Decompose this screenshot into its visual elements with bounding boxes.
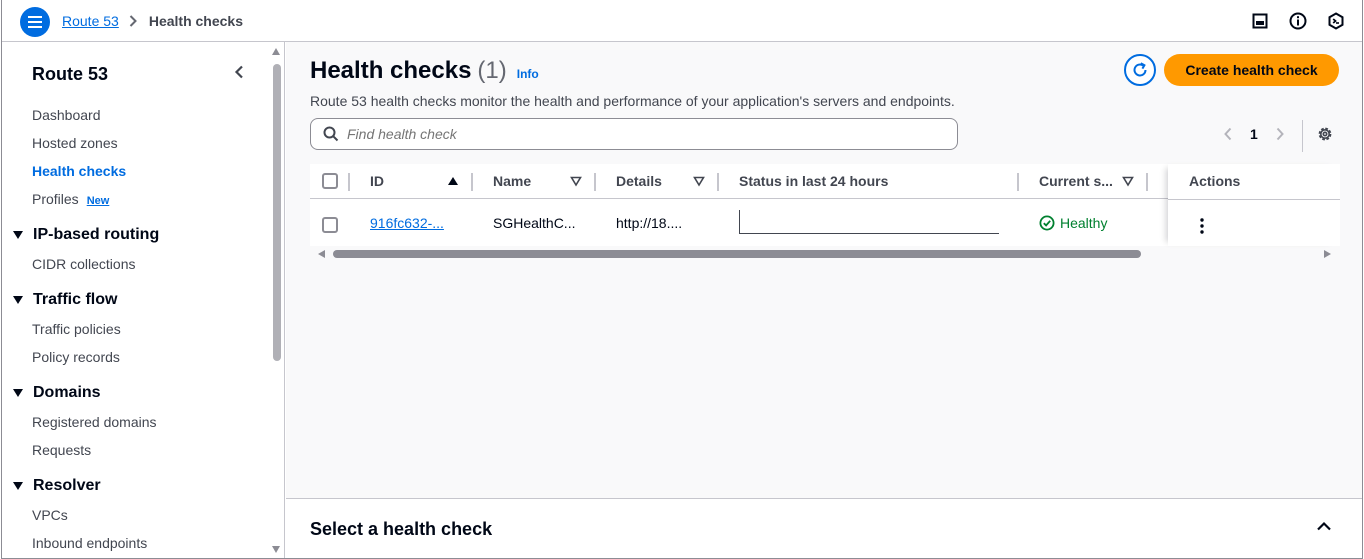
sidebar-item-vpcs[interactable]: VPCs: [32, 507, 68, 523]
column-divider[interactable]: [348, 173, 350, 191]
section-traffic-flow[interactable]: Traffic flow: [13, 291, 117, 309]
select-all-checkbox[interactable]: [322, 173, 338, 189]
status-history-graph: [739, 210, 999, 234]
section-ip-based-routing[interactable]: IP-based routing: [13, 226, 159, 244]
sidebar-item-inbound-endpoints[interactable]: Inbound endpoints: [32, 535, 147, 551]
column-header-id[interactable]: ID: [370, 173, 384, 189]
caret-down-icon: [13, 482, 23, 490]
sidebar-scrollbar[interactable]: [272, 46, 281, 558]
sidebar-item-policy-records[interactable]: Policy records: [32, 349, 120, 365]
health-check-id-link[interactable]: 916fc632-...: [370, 215, 444, 231]
top-navigation: Route 53 Health checks: [2, 0, 1362, 42]
actions-column: Actions: [1168, 164, 1340, 246]
breadcrumb: Route 53 Health checks: [62, 13, 243, 29]
search-icon: [323, 126, 339, 142]
info-icon[interactable]: [1288, 11, 1308, 31]
chevron-left-icon: [234, 65, 244, 79]
section-label: IP-based routing: [33, 226, 160, 243]
column-header-status-24h[interactable]: Status in last 24 hours: [739, 173, 888, 189]
search-input[interactable]: [347, 126, 947, 142]
column-header-details[interactable]: Details: [616, 173, 662, 189]
sort-icon[interactable]: [570, 175, 582, 187]
health-check-details: http://18....: [616, 215, 683, 231]
scrollbar-thumb[interactable]: [273, 64, 281, 361]
status-badge: Healthy: [1039, 215, 1107, 231]
sidebar-item-hosted-zones[interactable]: Hosted zones: [32, 135, 118, 151]
split-panel: Select a health check: [286, 498, 1362, 558]
column-header-name[interactable]: Name: [493, 173, 531, 189]
column-divider[interactable]: [594, 173, 596, 191]
sidebar-item-registered-domains[interactable]: Registered domains: [32, 414, 157, 430]
status-positive-icon: [1039, 215, 1055, 231]
chevron-right-icon: [129, 15, 137, 27]
scrollbar-thumb[interactable]: [333, 250, 1141, 258]
sidebar-item-health-checks[interactable]: Health checks: [32, 163, 126, 179]
caret-down-icon: [13, 231, 23, 239]
header-divider: [1168, 199, 1340, 200]
row-checkbox[interactable]: [322, 217, 338, 233]
create-health-check-button[interactable]: Create health check: [1164, 54, 1339, 86]
sort-icon[interactable]: [1122, 175, 1134, 187]
section-domains[interactable]: Domains: [13, 384, 101, 402]
menu-button[interactable]: [20, 7, 50, 37]
sidebar-item-dashboard[interactable]: Dashboard: [32, 107, 101, 123]
main-content: Health checks (1) Info Route 53 health c…: [286, 42, 1362, 558]
notifications-panel-icon[interactable]: [1250, 11, 1270, 31]
section-label: Resolver: [33, 477, 101, 494]
column-divider[interactable]: [1146, 173, 1148, 191]
chevron-up-icon[interactable]: [1316, 521, 1334, 537]
pagination: 1: [1222, 126, 1286, 142]
split-panel-title: Select a health check: [310, 519, 493, 539]
status-text: Healthy: [1060, 215, 1108, 231]
sidebar-item-cidr-collections[interactable]: CIDR collections: [32, 256, 135, 272]
refresh-icon: [1131, 61, 1149, 79]
next-page-icon[interactable]: [1274, 127, 1286, 141]
page-header: Health checks (1) Info: [310, 57, 539, 85]
info-link[interactable]: Info: [517, 67, 539, 81]
side-navigation: Route 53 Dashboard Hosted zones Health c…: [2, 42, 285, 558]
sort-ascending-icon[interactable]: [447, 175, 459, 187]
divider: [1302, 120, 1303, 152]
page-title: Health checks: [310, 57, 472, 84]
column-header-current-status[interactable]: Current s...: [1039, 173, 1113, 189]
health-checks-table: ID Name Details Status in last 24 hours …: [310, 164, 1340, 246]
column-divider[interactable]: [717, 173, 719, 191]
sort-icon[interactable]: [693, 175, 705, 187]
collapse-nav-button[interactable]: [230, 62, 248, 82]
section-resolver[interactable]: Resolver: [13, 477, 101, 495]
new-badge: New: [86, 195, 110, 207]
page-description: Route 53 health checks monitor the healt…: [310, 93, 955, 109]
column-divider[interactable]: [1017, 173, 1019, 191]
section-label: Traffic flow: [33, 291, 118, 308]
sidebar-item-requests[interactable]: Requests: [32, 442, 91, 458]
menu-icon: [28, 16, 42, 28]
health-check-name: SGHealthC...: [493, 215, 576, 231]
previous-page-icon[interactable]: [1222, 127, 1234, 141]
side-nav-title[interactable]: Route 53: [32, 64, 108, 85]
breadcrumb-route53-link[interactable]: Route 53: [62, 13, 119, 29]
cloud-shell-icon[interactable]: [1326, 11, 1346, 31]
refresh-button[interactable]: [1124, 54, 1156, 86]
scroll-right-arrow-icon[interactable]: [1324, 250, 1331, 258]
result-count: (1): [477, 57, 507, 84]
gear-icon[interactable]: [1316, 125, 1334, 143]
scroll-left-arrow-icon[interactable]: [318, 250, 325, 258]
sidebar-item-traffic-policies[interactable]: Traffic policies: [32, 321, 121, 337]
column-divider[interactable]: [471, 173, 473, 191]
scroll-down-arrow-icon[interactable]: [272, 546, 280, 553]
app-window: Route 53 Health checks Route 53 Dashboar…: [1, 0, 1363, 559]
caret-down-icon: [13, 389, 23, 397]
caret-down-icon: [13, 296, 23, 304]
scroll-up-arrow-icon[interactable]: [272, 48, 280, 55]
more-actions-icon[interactable]: [1198, 217, 1206, 235]
breadcrumb-current: Health checks: [148, 13, 243, 29]
page-number[interactable]: 1: [1250, 126, 1258, 142]
search-field[interactable]: [310, 118, 958, 150]
sidebar-item-profiles[interactable]: Profiles New: [32, 191, 109, 207]
sidebar-item-label: Profiles: [32, 191, 79, 207]
column-header-actions: Actions: [1189, 173, 1241, 189]
table-horizontal-scrollbar[interactable]: [316, 247, 1331, 261]
section-label: Domains: [33, 384, 101, 401]
